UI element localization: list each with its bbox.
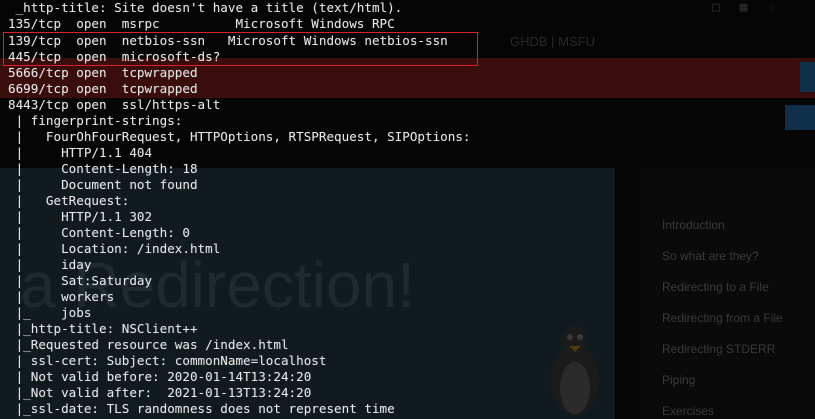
terminal-line: 6699/tcp open tcpwrapped bbox=[8, 81, 198, 96]
terminal-line: | ssl-cert: Subject: commonName=localhos… bbox=[8, 353, 327, 368]
terminal-line: | Document not found bbox=[8, 177, 198, 192]
terminal-line: 5666/tcp open tcpwrapped bbox=[8, 65, 198, 80]
terminal-line: |_ jobs bbox=[8, 305, 92, 320]
terminal-line: 135/tcp open msrpc Microsoft Windows RPC bbox=[8, 16, 395, 31]
terminal-line: | FourOhFourRequest, HTTPOptions, RTSPRe… bbox=[8, 129, 471, 144]
terminal-line: | Not valid before: 2020-01-14T13:24:20 bbox=[8, 369, 312, 384]
terminal-line: | Location: /index.html bbox=[8, 241, 221, 256]
terminal-line: | Content-Length: 0 bbox=[8, 225, 190, 240]
terminal-line: | Sat:Saturday bbox=[8, 273, 153, 288]
terminal-line: |_Requested resource was /index.html bbox=[8, 337, 289, 352]
terminal-line: |_http-title: NSClient++ bbox=[8, 321, 198, 336]
terminal-line: |_ssl-date: TLS randomness does not repr… bbox=[8, 401, 395, 416]
terminal-line: |_Not valid after: 2021-01-13T13:24:20 bbox=[8, 385, 312, 400]
terminal-line: | Content-Length: 18 bbox=[8, 161, 198, 176]
terminal-line: | GetRequest: bbox=[8, 193, 130, 208]
terminal-output: _http-title: Site doesn't have a title (… bbox=[0, 0, 815, 419]
terminal-line: 8443/tcp open ssl/https-alt bbox=[8, 97, 221, 112]
terminal-line: | workers bbox=[8, 289, 115, 304]
terminal-line: | iday bbox=[8, 257, 92, 272]
terminal-line: | fingerprint-strings: bbox=[8, 113, 183, 128]
highlight-box-smb-ports bbox=[3, 32, 478, 66]
terminal-line: _http-title: Site doesn't have a title (… bbox=[8, 0, 403, 15]
terminal-line: | HTTP/1.1 404 bbox=[8, 145, 153, 160]
terminal-line: | HTTP/1.1 302 bbox=[8, 209, 153, 224]
